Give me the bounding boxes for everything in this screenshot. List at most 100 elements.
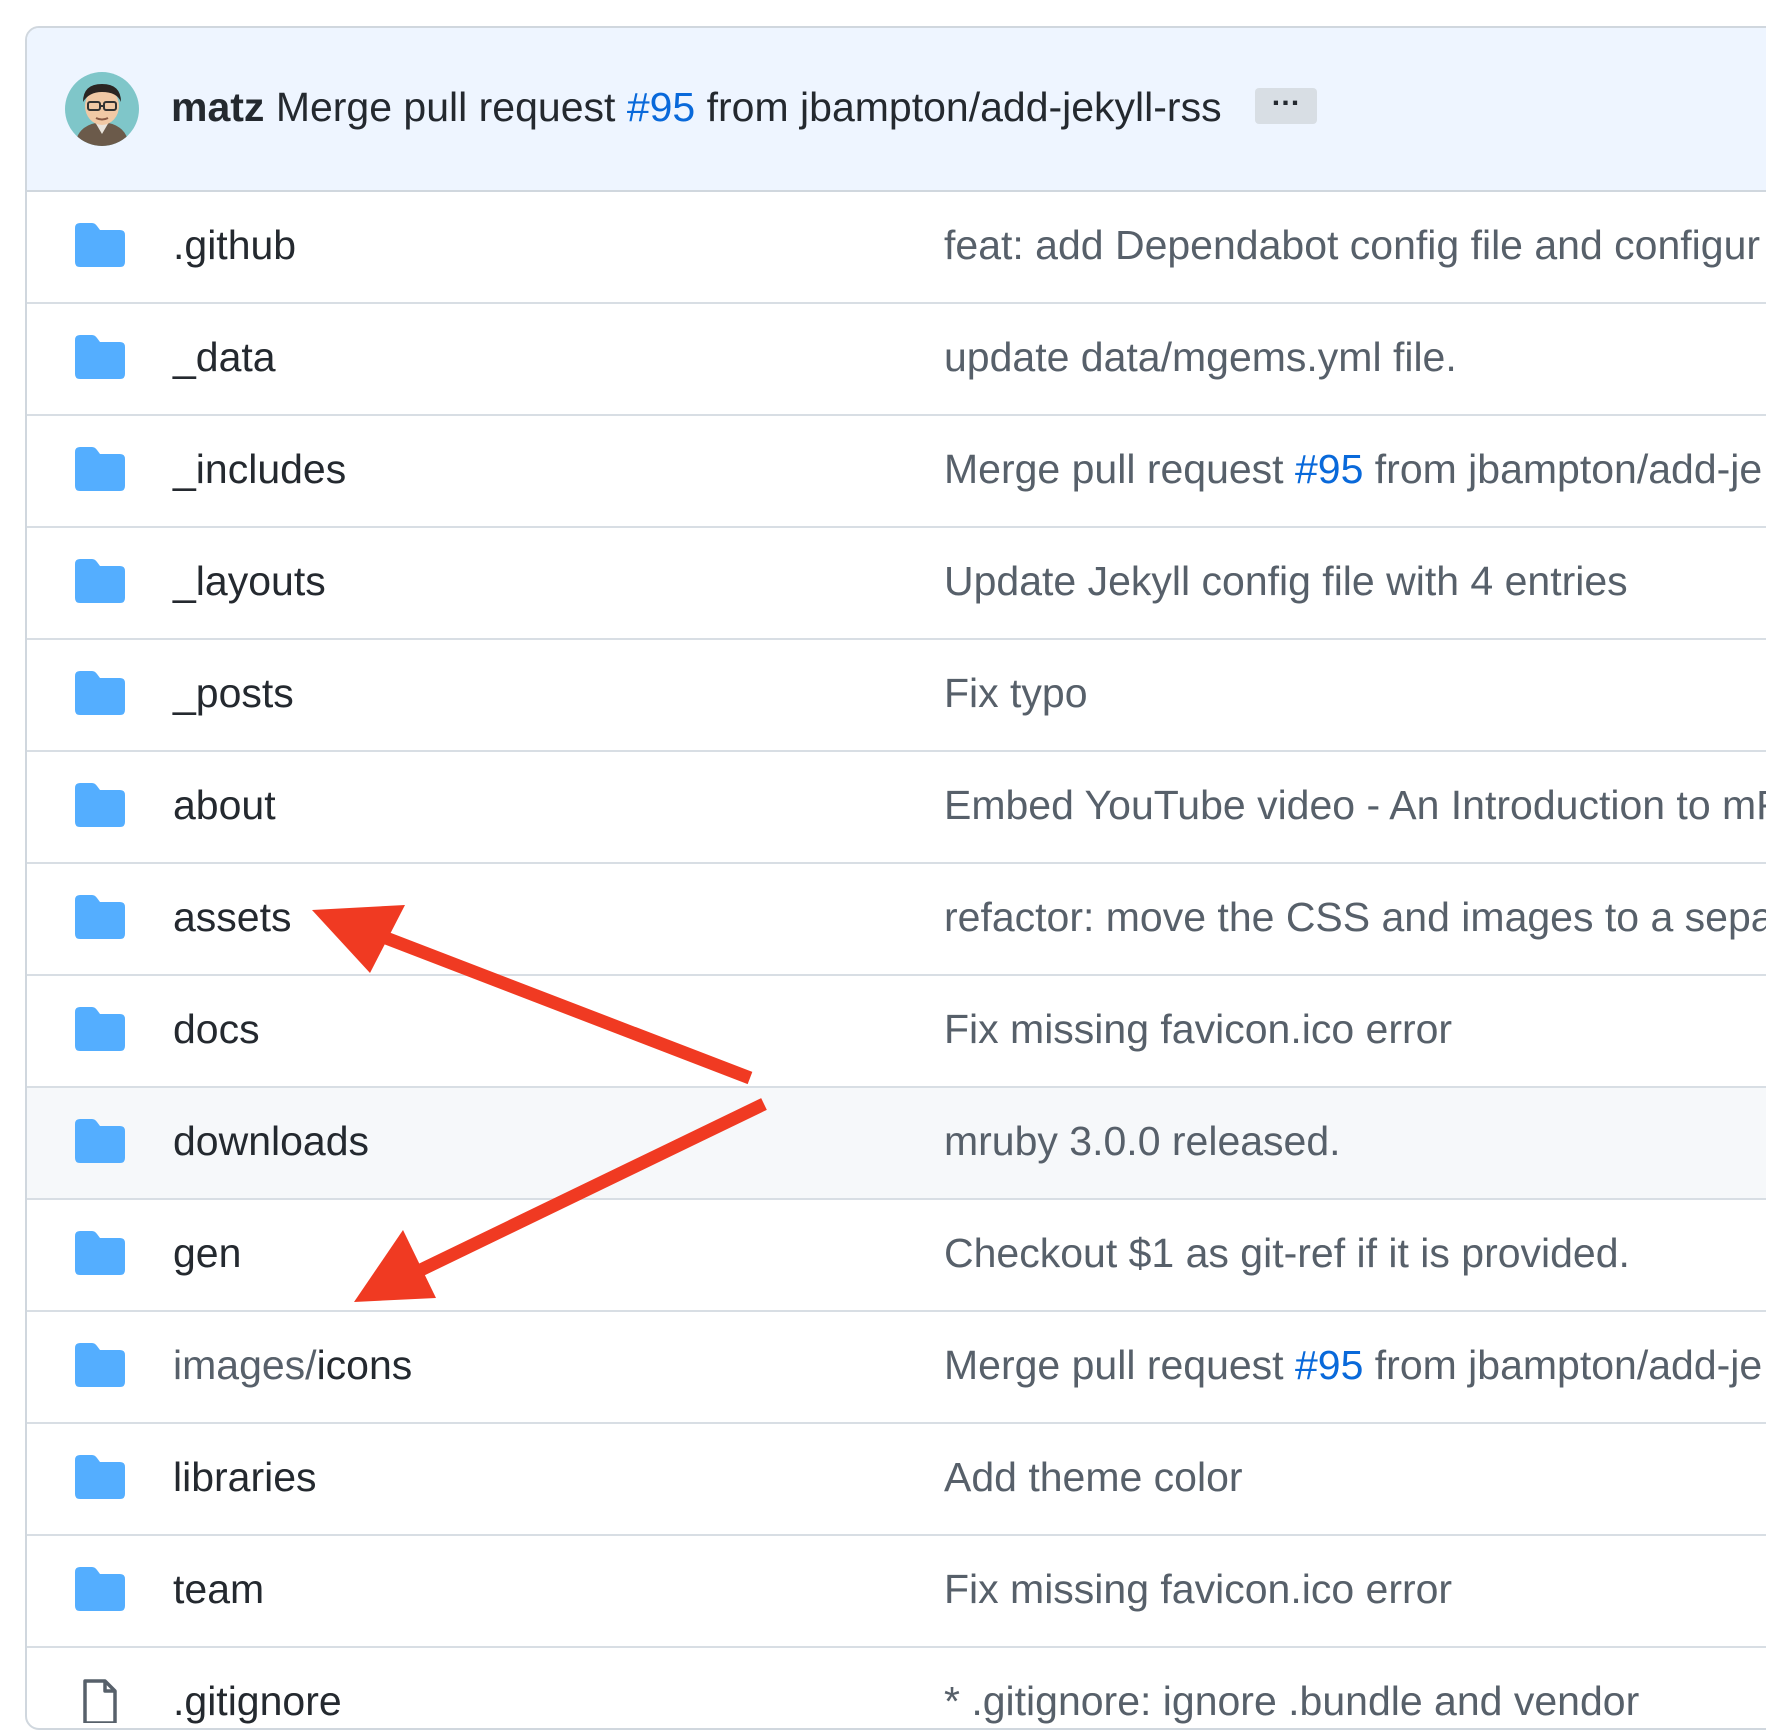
- file-row[interactable]: .gitignore * .gitignore: ignore .bundle a…: [27, 1648, 1766, 1728]
- file-name-text[interactable]: assets: [173, 894, 292, 940]
- file-row[interactable]: assets refactor: move the CSS and images …: [27, 864, 1766, 976]
- file-row[interactable]: _layouts Update Jekyll config file with 4…: [27, 528, 1766, 640]
- folder-icon: [75, 447, 125, 491]
- commit-message-text[interactable]: from jbampton/add-je: [1363, 446, 1762, 492]
- file-row[interactable]: about Embed YouTube video - An Introducti…: [27, 752, 1766, 864]
- file-name-link[interactable]: .github: [173, 220, 296, 270]
- file-name-text[interactable]: team: [173, 1566, 264, 1612]
- author-avatar[interactable]: [65, 72, 139, 146]
- commit-message-link[interactable]: Checkout $1 as git-ref if it is provided…: [944, 1228, 1630, 1278]
- commit-message-text[interactable]: mruby 3.0.0 released.: [944, 1118, 1341, 1164]
- file-row[interactable]: images/icons Merge pull request #95 from …: [27, 1312, 1766, 1424]
- file-name-link[interactable]: downloads: [173, 1116, 369, 1166]
- commit-message-text[interactable]: Embed YouTube video - An Introduction to…: [944, 782, 1766, 828]
- commit-message-link[interactable]: feat: add Dependabot config file and con…: [944, 220, 1760, 270]
- folder-icon: [75, 895, 125, 939]
- commit-message-text[interactable]: Fix missing favicon.ico error: [944, 1006, 1452, 1052]
- commit-message-text[interactable]: refactor: move the CSS and images to a s…: [944, 894, 1766, 940]
- file-name-text[interactable]: .gitignore: [173, 1678, 342, 1724]
- commit-message-text[interactable]: Update Jekyll config file with 4 entries: [944, 558, 1628, 604]
- file-name-text[interactable]: _posts: [173, 670, 294, 716]
- commit-message-prefix[interactable]: Merge pull request: [276, 84, 616, 130]
- commit-message-text[interactable]: Fix typo: [944, 670, 1088, 716]
- file-name-text[interactable]: downloads: [173, 1118, 369, 1164]
- latest-commit-message: matz Merge pull request #95 from jbampto…: [171, 79, 1317, 132]
- file-name-text[interactable]: about: [173, 782, 276, 828]
- file-name-link[interactable]: _posts: [173, 668, 294, 718]
- folder-icon: [75, 1343, 125, 1387]
- file-row[interactable]: _posts Fix typo: [27, 640, 1766, 752]
- file-row[interactable]: libraries Add theme color: [27, 1424, 1766, 1536]
- folder-icon: [75, 1231, 125, 1275]
- commit-message-link[interactable]: Embed YouTube video - An Introduction to…: [944, 780, 1766, 830]
- commit-message-text[interactable]: update data/mgems.yml file.: [944, 334, 1457, 380]
- file-name-link[interactable]: .gitignore: [173, 1676, 342, 1726]
- ellipsis-icon: …: [1270, 79, 1302, 113]
- commit-author-link[interactable]: matz: [171, 84, 264, 130]
- file-rows: .github feat: add Dependabot config file …: [27, 192, 1766, 1728]
- folder-icon: [75, 1455, 125, 1499]
- pull-request-link[interactable]: #95: [1295, 446, 1363, 492]
- folder-icon: [75, 223, 125, 267]
- folder-icon: [75, 1007, 125, 1051]
- file-row[interactable]: downloads mruby 3.0.0 released.: [27, 1088, 1766, 1200]
- file-name-link[interactable]: libraries: [173, 1452, 317, 1502]
- commit-message-link[interactable]: mruby 3.0.0 released.: [944, 1116, 1341, 1166]
- commit-message-text[interactable]: Merge pull request: [944, 1342, 1295, 1388]
- file-name-link[interactable]: team: [173, 1564, 264, 1614]
- folder-icon: [75, 335, 125, 379]
- file-name-link[interactable]: _layouts: [173, 556, 326, 606]
- commit-message-suffix[interactable]: from jbampton/add-jekyll-rss: [707, 84, 1222, 130]
- commit-message-text[interactable]: Checkout $1 as git-ref if it is provided…: [944, 1230, 1630, 1276]
- commit-message-link[interactable]: refactor: move the CSS and images to a s…: [944, 892, 1766, 942]
- commit-message-text[interactable]: from jbampton/add-je: [1363, 1342, 1762, 1388]
- commit-message-text[interactable]: Merge pull request: [944, 446, 1295, 492]
- file-name-text[interactable]: docs: [173, 1006, 260, 1052]
- file-row[interactable]: docs Fix missing favicon.ico error: [27, 976, 1766, 1088]
- folder-icon: [75, 1567, 125, 1611]
- pull-request-link[interactable]: #95: [627, 84, 695, 130]
- latest-commit-bar: matz Merge pull request #95 from jbampto…: [27, 28, 1766, 192]
- commit-message-text[interactable]: Add theme color: [944, 1454, 1243, 1500]
- commit-message-link[interactable]: Fix missing favicon.ico error: [944, 1564, 1452, 1614]
- commit-message-text[interactable]: * .gitignore: ignore .bundle and vendor: [944, 1678, 1639, 1724]
- file-name-text[interactable]: _includes: [173, 446, 346, 492]
- file-name-text[interactable]: _layouts: [173, 558, 326, 604]
- file-row[interactable]: .github feat: add Dependabot config file …: [27, 192, 1766, 304]
- file-name-link[interactable]: assets: [173, 892, 292, 942]
- file-row[interactable]: gen Checkout $1 as git-ref if it is provi…: [27, 1200, 1766, 1312]
- file-row[interactable]: _data update data/mgems.yml file.: [27, 304, 1766, 416]
- file-name-link[interactable]: gen: [173, 1228, 241, 1278]
- file-name-prefix[interactable]: images/: [173, 1342, 317, 1388]
- file-list-box: matz Merge pull request #95 from jbampto…: [25, 26, 1766, 1730]
- commit-message-link[interactable]: update data/mgems.yml file.: [944, 332, 1457, 382]
- commit-message-link[interactable]: Merge pull request #95 from jbampton/add…: [944, 1340, 1762, 1390]
- file-name-link[interactable]: about: [173, 780, 276, 830]
- folder-icon: [75, 671, 125, 715]
- file-name-link[interactable]: docs: [173, 1004, 260, 1054]
- pull-request-link[interactable]: #95: [1295, 1342, 1363, 1388]
- commit-message-link[interactable]: Fix typo: [944, 668, 1088, 718]
- commit-message-link[interactable]: Add theme color: [944, 1452, 1243, 1502]
- file-row[interactable]: _includes Merge pull request #95 from jba…: [27, 416, 1766, 528]
- file-name-text[interactable]: libraries: [173, 1454, 317, 1500]
- file-name-text[interactable]: _data: [173, 334, 276, 380]
- file-name-link[interactable]: _data: [173, 332, 276, 382]
- file-name-text[interactable]: icons: [317, 1342, 413, 1388]
- commit-message-link[interactable]: Merge pull request #95 from jbampton/add…: [944, 444, 1762, 494]
- file-name-text[interactable]: gen: [173, 1230, 241, 1276]
- file-row[interactable]: team Fix missing favicon.ico error: [27, 1536, 1766, 1648]
- folder-icon: [75, 783, 125, 827]
- file-icon: [75, 1679, 125, 1725]
- commit-message-text[interactable]: Fix missing favicon.ico error: [944, 1566, 1452, 1612]
- commit-message-link[interactable]: * .gitignore: ignore .bundle and vendor: [944, 1676, 1639, 1726]
- commit-message-text[interactable]: feat: add Dependabot config file and con…: [944, 222, 1760, 268]
- commit-message-link[interactable]: Fix missing favicon.ico error: [944, 1004, 1452, 1054]
- folder-icon: [75, 559, 125, 603]
- file-name-link[interactable]: images/icons: [173, 1340, 412, 1390]
- folder-icon: [75, 1119, 125, 1163]
- file-name-text[interactable]: .github: [173, 222, 296, 268]
- commit-message-link[interactable]: Update Jekyll config file with 4 entries: [944, 556, 1628, 606]
- file-name-link[interactable]: _includes: [173, 444, 346, 494]
- expand-commit-button[interactable]: …: [1255, 79, 1317, 125]
